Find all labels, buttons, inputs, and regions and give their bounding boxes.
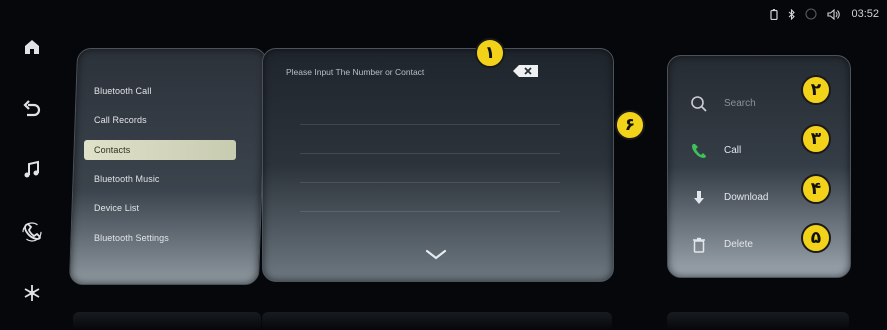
list-divider bbox=[300, 124, 560, 125]
trash-icon bbox=[688, 234, 710, 256]
search-icon bbox=[688, 93, 710, 115]
bluetooth-menu: Bluetooth Call Call Records Contacts Blu… bbox=[84, 76, 244, 253]
menu-item-bluetooth-music[interactable]: Bluetooth Music bbox=[84, 164, 244, 194]
chevron-down-icon[interactable] bbox=[424, 248, 448, 267]
search-button[interactable]: Search bbox=[688, 80, 788, 127]
list-divider bbox=[300, 211, 560, 212]
phone-link-icon[interactable] bbox=[19, 219, 45, 245]
call-label: Call bbox=[724, 145, 742, 156]
phone-icon bbox=[688, 140, 710, 162]
callout-2: ۲ bbox=[801, 75, 831, 105]
music-icon[interactable] bbox=[19, 157, 45, 183]
menu-item-contacts[interactable]: Contacts bbox=[84, 140, 236, 160]
list-divider bbox=[300, 153, 560, 154]
delete-label: Delete bbox=[724, 239, 753, 250]
panel-reflection bbox=[73, 312, 261, 330]
download-button[interactable]: Download bbox=[688, 174, 788, 221]
bluetooth-icon bbox=[788, 8, 796, 20]
delete-button[interactable]: Delete bbox=[688, 221, 788, 268]
side-rail bbox=[14, 34, 50, 306]
number-input[interactable]: Please Input The Number or Contact bbox=[286, 67, 424, 77]
clock: 03:52 bbox=[851, 8, 879, 20]
signal-icon bbox=[805, 8, 818, 20]
home-icon[interactable] bbox=[19, 34, 45, 60]
download-icon bbox=[688, 187, 710, 209]
callout-3: ۳ bbox=[801, 124, 831, 154]
volume-icon bbox=[827, 8, 841, 20]
callout-4: ۴ bbox=[801, 174, 831, 204]
back-icon[interactable] bbox=[19, 96, 45, 122]
panel-reflection bbox=[667, 312, 849, 330]
callout-1: ۱ bbox=[475, 38, 505, 68]
menu-item-call-records[interactable]: Call Records bbox=[84, 106, 244, 136]
menu-item-bluetooth-call[interactable]: Bluetooth Call bbox=[84, 76, 244, 106]
callout-5: ۵ bbox=[801, 223, 831, 253]
call-button[interactable]: Call bbox=[688, 127, 788, 174]
status-bar: 03:52 bbox=[770, 6, 879, 22]
menu-item-bluetooth-settings[interactable]: Bluetooth Settings bbox=[84, 223, 244, 253]
snowflake-icon[interactable] bbox=[19, 280, 45, 306]
download-label: Download bbox=[724, 192, 769, 203]
callout-6: ۶ bbox=[615, 110, 645, 140]
action-list: Search Call Download Delete bbox=[688, 80, 788, 268]
panel-reflection bbox=[262, 312, 612, 330]
menu-item-device-list[interactable]: Device List bbox=[84, 194, 244, 224]
contact-list bbox=[300, 124, 560, 240]
battery-icon bbox=[770, 8, 779, 20]
search-label: Search bbox=[724, 98, 756, 109]
list-divider bbox=[300, 182, 560, 183]
backspace-icon[interactable] bbox=[512, 64, 540, 83]
